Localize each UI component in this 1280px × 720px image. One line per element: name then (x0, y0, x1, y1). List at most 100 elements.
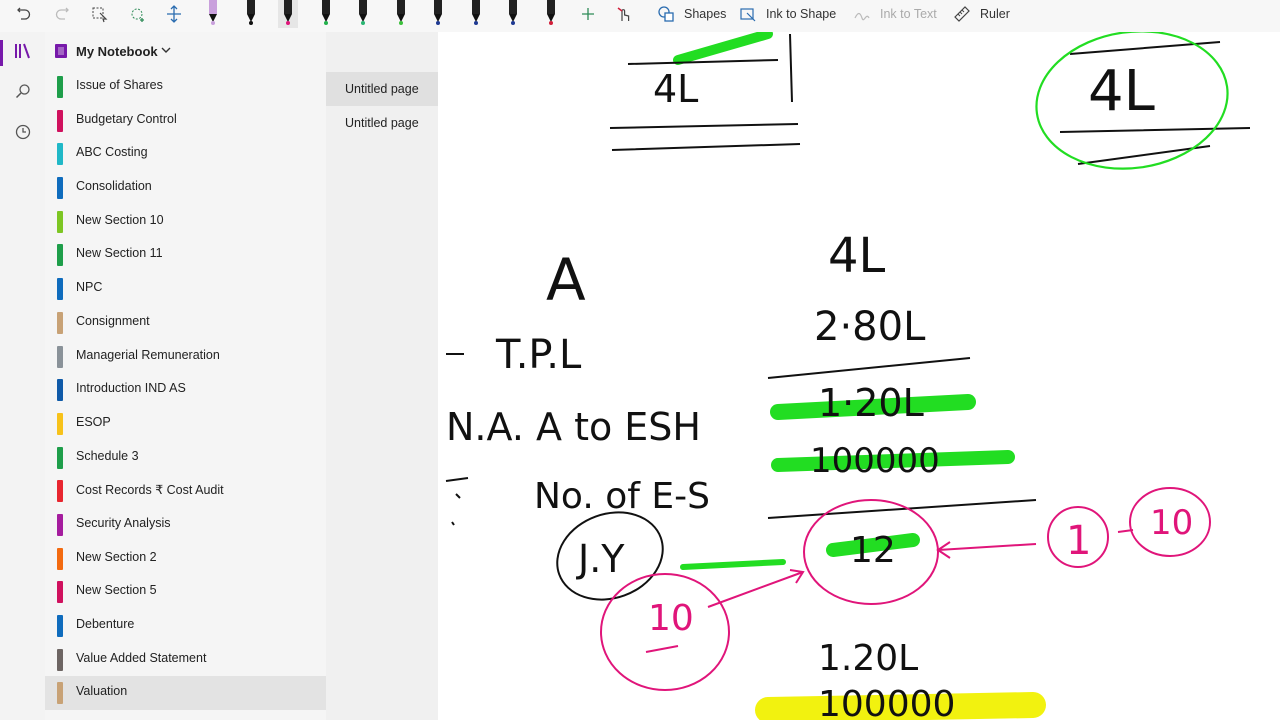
add-pen-button[interactable] (576, 0, 600, 28)
section-item[interactable]: Managerial Remuneration (45, 340, 326, 374)
section-item[interactable]: New Section 2 (45, 542, 326, 576)
ink-text: 4L (828, 228, 886, 284)
ink-arrow (936, 541, 1037, 559)
note-canvas[interactable]: 4L 4L A 4L 2·80L T.P.L N.A. A to ESH 1·2… (438, 32, 1280, 720)
pen-lavender-button[interactable] (203, 0, 223, 28)
section-item[interactable]: ABC Costing (45, 137, 326, 171)
pen-navy-3-button[interactable] (503, 0, 523, 28)
page-item[interactable]: Untitled page (326, 72, 438, 106)
pen-green-3-button[interactable] (391, 0, 411, 28)
section-color-tab (57, 648, 63, 671)
section-item[interactable]: ESOP (45, 407, 326, 441)
pen-icon (209, 0, 217, 14)
section-color-tab (57, 682, 63, 705)
section-color-tab (57, 210, 63, 233)
notebooks-button[interactable] (0, 34, 45, 72)
recent-icon (15, 124, 31, 145)
touch-draw-button[interactable] (612, 0, 636, 28)
section-item[interactable]: Debenture (45, 609, 326, 643)
pen-magenta-button[interactable] (278, 0, 298, 28)
ink-text: 1·20L (818, 381, 924, 425)
section-item[interactable]: Cost Records ₹ Cost Audit (45, 474, 326, 508)
ink-text: A (546, 246, 586, 314)
section-item[interactable]: New Section 5 (45, 575, 326, 609)
search-button[interactable] (0, 74, 45, 112)
ink-text: N.A. A to ESH (446, 405, 701, 449)
section-item[interactable]: Valuation (45, 676, 326, 711)
ink-text: 10 (1150, 503, 1193, 543)
section-label: ESOP (76, 414, 111, 429)
section-item[interactable]: Value Added Statement (45, 643, 326, 677)
section-color-tab (57, 615, 63, 637)
ruler-button[interactable]: Ruler (950, 0, 1010, 28)
ink-to-text-icon (850, 2, 874, 26)
ink-to-text-button: Ink to Text (850, 0, 937, 28)
section-color-tab (57, 311, 63, 334)
section-item[interactable]: Introduction IND AS (45, 373, 326, 407)
pen-icon (321, 0, 330, 14)
section-item[interactable]: NPC (45, 272, 326, 306)
pen-navy-1-button[interactable] (428, 0, 448, 28)
section-label: New Section 11 (76, 246, 163, 261)
section-item[interactable]: Consignment (45, 306, 326, 340)
lasso-select-icon (88, 2, 112, 26)
ink-text: T.P.L (495, 332, 582, 378)
add-pen-icon (576, 2, 600, 26)
section-label: Valuation (76, 684, 128, 699)
section-label: Introduction IND AS (76, 381, 186, 396)
section-color-tab (57, 412, 63, 435)
ink-text: 4L (1088, 59, 1155, 124)
ink-arrow (645, 645, 679, 653)
undo-button[interactable] (12, 0, 36, 28)
section-label: Managerial Remuneration (76, 347, 220, 362)
section-item[interactable]: New Section 10 (45, 205, 326, 239)
section-item[interactable]: Schedule 3 (45, 441, 326, 475)
section-item[interactable]: Budgetary Control (45, 104, 326, 138)
ink-arrow (707, 569, 805, 608)
section-item[interactable]: Consolidation (45, 171, 326, 205)
pen-icon (434, 0, 442, 14)
section-item[interactable]: Security Analysis (45, 508, 326, 542)
pen-navy-2-button[interactable] (466, 0, 486, 28)
lasso-select-button[interactable] (88, 0, 112, 28)
redo-button[interactable] (50, 0, 74, 28)
section-color-tab (57, 480, 63, 503)
pages-panel: Untitled page Untitled page (326, 32, 438, 720)
ink-to-shape-icon (736, 2, 760, 26)
section-label: Debenture (76, 617, 135, 631)
section-label: Schedule 3 (76, 448, 139, 463)
section-color-tab (57, 76, 63, 98)
pen-icon (284, 0, 292, 14)
notebooks-icon (14, 43, 32, 64)
shapes-button[interactable]: Shapes (654, 0, 726, 28)
section-color-tab (57, 581, 63, 604)
add-space-button[interactable] (126, 0, 150, 28)
section-label: New Section 5 (76, 583, 157, 598)
notebook-switcher[interactable]: My Notebook (45, 32, 326, 70)
pen-green-1-button[interactable] (316, 0, 336, 28)
pen-color-swatch (323, 21, 328, 25)
pen-icon (359, 0, 367, 14)
insert-space-icon (162, 2, 186, 26)
pen-color-swatch (548, 21, 553, 25)
pen-green-2-button[interactable] (353, 0, 373, 28)
section-color-tab (57, 379, 63, 402)
pen-red-button[interactable] (541, 0, 561, 28)
recent-button[interactable] (0, 115, 45, 153)
section-item[interactable]: Issue of Shares (45, 70, 326, 104)
pen-icon (546, 0, 555, 14)
insert-space-button[interactable] (162, 0, 186, 28)
green-arrow (680, 559, 786, 570)
section-item[interactable]: New Section 11 (45, 238, 326, 272)
section-label: New Section 2 (76, 549, 157, 564)
ink-to-shape-button[interactable]: Ink to Shape (736, 0, 836, 28)
pen-icon (509, 0, 517, 14)
pen-black-1-button[interactable] (241, 0, 261, 28)
page-title: Untitled page (345, 116, 419, 130)
ink-text: 12 (850, 530, 896, 571)
section-color-tab (57, 345, 63, 368)
navigation-rail (0, 32, 46, 720)
section-label: NPC (76, 280, 103, 295)
section-color-tab (57, 177, 63, 200)
page-item[interactable]: Untitled page (326, 106, 438, 140)
